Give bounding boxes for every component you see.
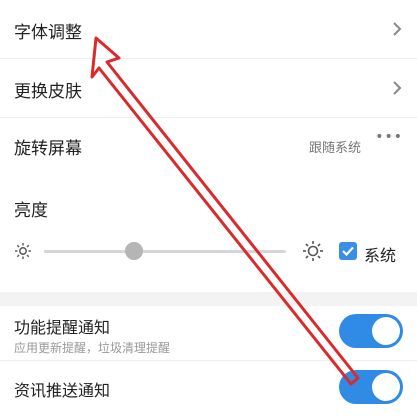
rotation-value: 跟随系统	[308, 141, 361, 156]
font-adjust-label: 字体调整	[14, 23, 82, 43]
news-notify-row: 资讯推送通知	[0, 361, 417, 419]
rotation-label: 旋转屏幕	[14, 139, 82, 159]
chevron-right-icon	[391, 80, 403, 96]
skin-row[interactable]: 更换皮肤	[0, 59, 417, 117]
toggle-knob	[372, 317, 400, 345]
brightness-low-icon	[14, 242, 32, 260]
skin-label: 更换皮肤	[14, 82, 82, 102]
more-options-icon[interactable]: •••	[375, 129, 403, 145]
news-notify-label: 资讯推送通知	[14, 381, 111, 400]
section-gap	[0, 292, 417, 306]
chevron-right-icon	[391, 21, 403, 37]
toggle-knob	[372, 373, 400, 401]
brightness-label: 亮度	[14, 201, 48, 221]
news-notify-toggle[interactable]	[339, 370, 403, 404]
feature-notify-label: 功能提醒通知	[14, 318, 111, 337]
feature-notify-sublabel: 应用更新提醒，垃圾清理提醒	[14, 341, 171, 355]
brightness-section: 亮度 系统	[0, 172, 417, 292]
font-adjust-row[interactable]: 字体调整	[0, 0, 417, 58]
brightness-slider-thumb[interactable]	[124, 242, 143, 260]
follow-system-label: 系统	[364, 246, 397, 265]
feature-notify-toggle[interactable]	[339, 314, 403, 348]
brightness-slider-track[interactable]	[44, 250, 286, 253]
rotation-row[interactable]: 旋转屏幕 跟随系统 •••	[0, 118, 417, 172]
settings-page: 字体调整 更换皮肤 旋转屏幕 跟随系统 ••• 亮度 系统 功能提醒通知 应用更…	[0, 0, 417, 419]
brightness-high-icon	[302, 240, 324, 262]
checkbox-checked-icon[interactable]	[339, 242, 357, 260]
feature-notify-row: 功能提醒通知 应用更新提醒，垃圾清理提醒	[0, 306, 417, 360]
